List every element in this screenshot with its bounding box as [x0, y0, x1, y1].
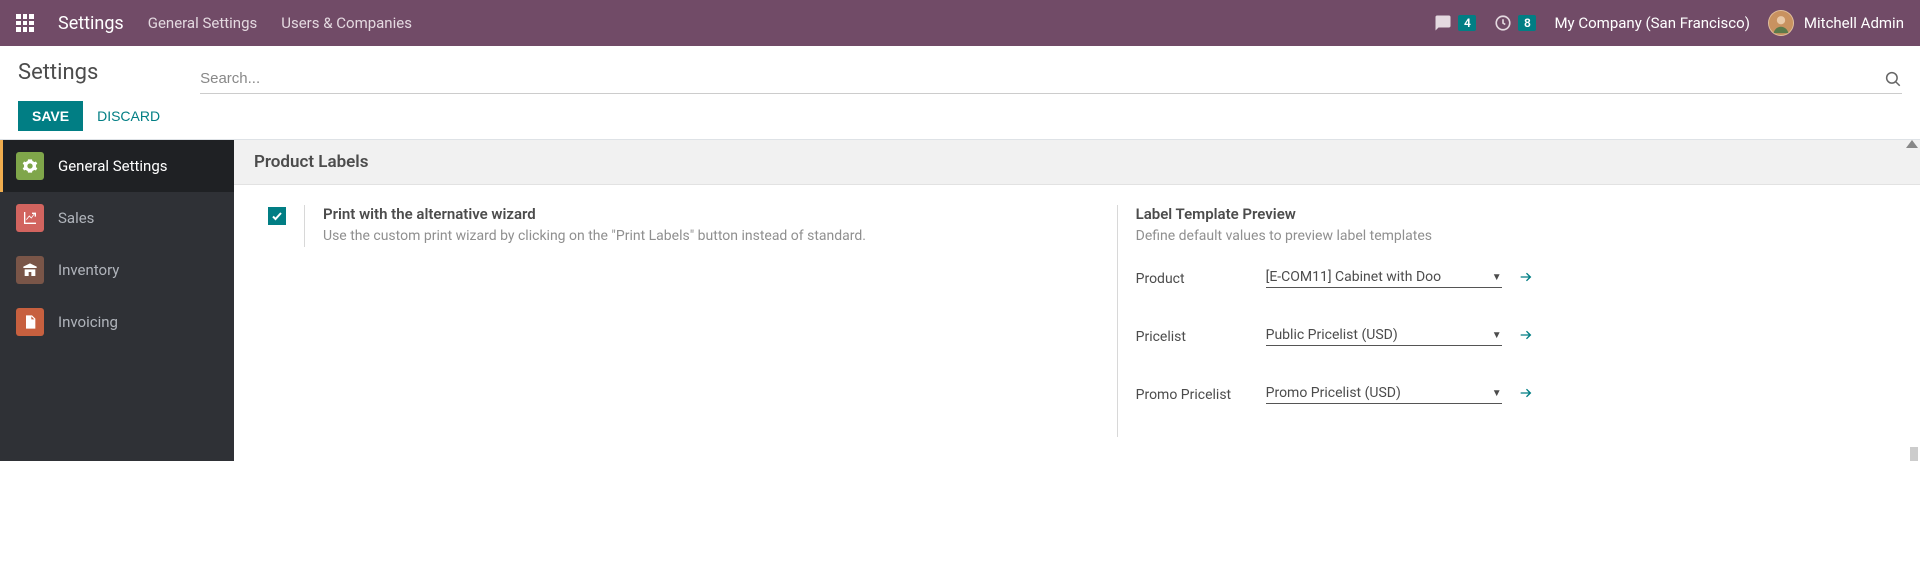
- sidebar-item-inventory[interactable]: Inventory: [0, 244, 234, 296]
- sidebar-item-label: Invoicing: [58, 313, 118, 331]
- activities-badge: 8: [1518, 15, 1536, 31]
- nav-users-companies[interactable]: Users & Companies: [281, 14, 412, 32]
- control-panel: Settings SAVE DISCARD: [0, 46, 1920, 139]
- caret-down-icon: ▼: [1492, 272, 1502, 283]
- select-value: Public Pricelist (USD): [1266, 327, 1398, 343]
- user-name: Mitchell Admin: [1804, 14, 1904, 32]
- nav-general-settings[interactable]: General Settings: [148, 14, 258, 32]
- search-input[interactable]: [200, 64, 1884, 93]
- select-value: Promo Pricelist (USD): [1266, 385, 1401, 401]
- sidebar-item-label: Sales: [58, 209, 94, 227]
- discard-button[interactable]: DISCARD: [97, 108, 160, 124]
- sidebar-item-general-settings[interactable]: General Settings: [0, 140, 234, 192]
- setting-label: Print with the alternative wizard: [323, 205, 866, 223]
- messages-badge: 4: [1458, 15, 1476, 31]
- select-value: [E-COM11] Cabinet with Doo: [1266, 269, 1441, 285]
- pricelist-external-link[interactable]: [1518, 327, 1534, 347]
- scrollbar[interactable]: [1910, 140, 1920, 461]
- apps-icon[interactable]: [16, 14, 34, 32]
- product-select[interactable]: [E-COM11] Cabinet with Doo ▼: [1266, 269, 1502, 288]
- page-title: Settings: [18, 60, 160, 85]
- setting-label: Label Template Preview: [1136, 205, 1900, 223]
- section-heading: Product Labels: [234, 140, 1920, 185]
- chart-icon: [16, 204, 44, 232]
- settings-sidebar: General Settings Sales Inventory Invoici…: [0, 140, 234, 461]
- chat-icon: [1434, 14, 1452, 32]
- avatar: [1768, 10, 1794, 36]
- caret-down-icon: ▼: [1492, 388, 1502, 399]
- messages-button[interactable]: 4: [1434, 14, 1476, 32]
- search-icon[interactable]: [1884, 70, 1902, 88]
- caret-down-icon: ▼: [1492, 330, 1502, 341]
- pricelist-select[interactable]: Public Pricelist (USD) ▼: [1266, 327, 1502, 346]
- save-button[interactable]: SAVE: [18, 101, 83, 131]
- gear-icon: [16, 152, 44, 180]
- top-navbar: Settings General Settings Users & Compan…: [0, 0, 1920, 46]
- activities-button[interactable]: 8: [1494, 14, 1536, 32]
- field-label-promo-pricelist: Promo Pricelist: [1136, 387, 1266, 403]
- arrow-right-icon: [1518, 269, 1534, 285]
- setting-description: Use the custom print wizard by clicking …: [323, 227, 866, 247]
- clock-icon: [1494, 14, 1512, 32]
- check-icon: [271, 210, 283, 222]
- document-icon: [16, 308, 44, 336]
- sidebar-item-label: Inventory: [58, 261, 119, 279]
- arrow-right-icon: [1518, 327, 1534, 343]
- field-label-pricelist: Pricelist: [1136, 329, 1266, 345]
- sidebar-item-invoicing[interactable]: Invoicing: [0, 296, 234, 348]
- print-alt-wizard-checkbox[interactable]: [268, 207, 286, 225]
- app-title: Settings: [58, 13, 124, 34]
- settings-content: Product Labels Print with the alternativ…: [234, 140, 1920, 461]
- promo-pricelist-external-link[interactable]: [1518, 385, 1534, 405]
- arrow-right-icon: [1518, 385, 1534, 401]
- box-icon: [16, 256, 44, 284]
- user-menu[interactable]: Mitchell Admin: [1768, 10, 1904, 36]
- setting-description: Define default values to preview label t…: [1136, 227, 1900, 247]
- sidebar-item-sales[interactable]: Sales: [0, 192, 234, 244]
- product-external-link[interactable]: [1518, 269, 1534, 289]
- sidebar-item-label: General Settings: [58, 157, 168, 175]
- field-label-product: Product: [1136, 271, 1266, 287]
- promo-pricelist-select[interactable]: Promo Pricelist (USD) ▼: [1266, 385, 1502, 404]
- company-switcher[interactable]: My Company (San Francisco): [1554, 14, 1749, 32]
